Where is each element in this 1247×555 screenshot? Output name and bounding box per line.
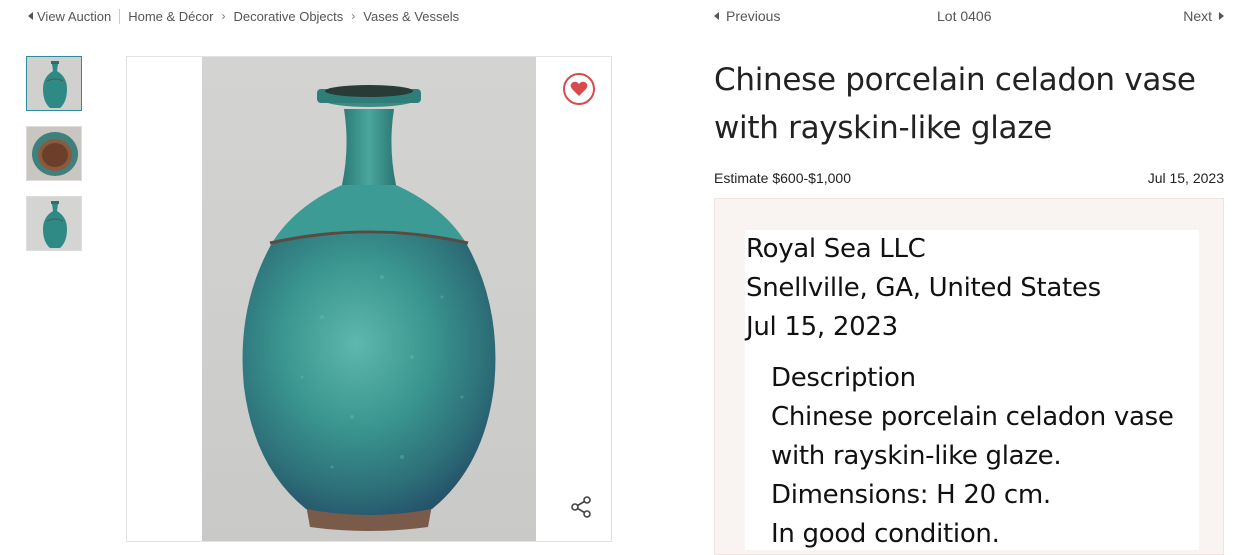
thumbnail-vase-front[interactable]	[26, 56, 82, 111]
vase-thumbnail-image	[27, 197, 81, 250]
chevron-right-icon: ›	[221, 9, 226, 23]
vase-illustration	[242, 85, 496, 531]
auction-date: Jul 15, 2023	[1147, 170, 1224, 186]
description-line: In good condition.	[771, 519, 1000, 549]
estimate-text: Estimate $600-$1,000	[714, 170, 851, 186]
breadcrumb: View Auction Home & Décor › Decorative O…	[28, 6, 459, 26]
heart-icon	[570, 81, 588, 96]
description-date: Jul 15, 2023	[746, 312, 898, 342]
share-button[interactable]	[569, 495, 593, 519]
breadcrumb-decorative-objects[interactable]: Decorative Objects	[233, 9, 343, 24]
caret-right-icon	[1219, 12, 1224, 20]
main-lot-image[interactable]	[126, 56, 612, 542]
description-line: Chinese porcelain celadon vase	[771, 402, 1174, 432]
breadcrumb-home-decor[interactable]: Home & Décor	[128, 9, 213, 24]
breadcrumb-vases-vessels[interactable]: Vases & Vessels	[363, 9, 459, 24]
next-label: Next	[1183, 8, 1212, 24]
thumbnail-strip	[26, 56, 82, 266]
lot-navigation: Previous Lot 0406 Next	[714, 6, 1224, 26]
view-auction-label: View Auction	[37, 8, 112, 24]
vase-base-thumbnail-image	[27, 127, 81, 180]
lot-title: Chinese porcelain celadon vase with rays…	[714, 62, 1196, 146]
caret-left-icon	[28, 12, 33, 20]
next-lot-link[interactable]: Next	[1183, 8, 1224, 24]
description-block: Description Chinese porcelain celadon va…	[771, 359, 1199, 554]
seller-location: Snellville, GA, United States	[746, 273, 1101, 303]
seller-name: Royal Sea LLC	[746, 234, 926, 264]
favorite-button[interactable]	[563, 73, 595, 105]
lot-number: Lot 0406	[937, 8, 992, 24]
vase-thumbnail-image	[27, 57, 81, 110]
thumbnail-vase-front-small[interactable]	[26, 196, 82, 251]
share-icon	[571, 496, 591, 518]
thumbnail-vase-base[interactable]	[26, 126, 82, 181]
previous-label: Previous	[726, 8, 781, 24]
caret-left-icon	[714, 12, 719, 20]
description-panel: Royal Sea LLC Snellville, GA, United Sta…	[714, 198, 1224, 555]
description-content: Royal Sea LLC Snellville, GA, United Sta…	[745, 230, 1199, 550]
view-auction-link[interactable]: View Auction	[28, 8, 121, 24]
estimate-row: Estimate $600-$1,000 Jul 15, 2023	[714, 170, 1224, 186]
description-line: with rayskin-like glaze.	[771, 441, 1062, 471]
description-line: Dimensions: H 20 cm.	[771, 480, 1051, 510]
vase-photo	[202, 57, 536, 541]
previous-lot-link[interactable]: Previous	[714, 8, 780, 24]
description-heading: Description	[771, 363, 916, 393]
chevron-right-icon: ›	[351, 9, 356, 23]
